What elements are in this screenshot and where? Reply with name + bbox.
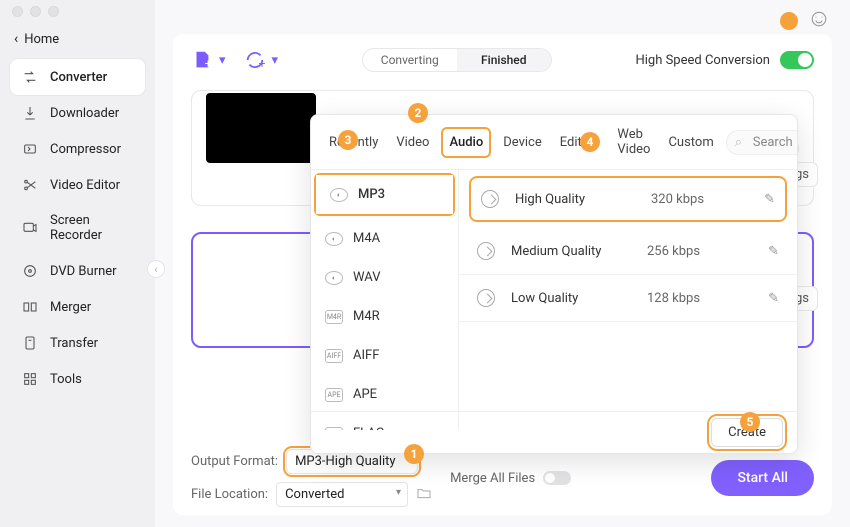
topright-icons [780,10,828,32]
format-ape[interactable]: APEAPE [311,375,458,414]
add-media-button[interactable]: + ▾ [244,49,279,71]
switch-icon[interactable] [543,471,571,485]
edit-icon[interactable]: ✎ [768,244,779,259]
caret-down-icon: ▾ [219,53,226,68]
disc-icon [477,242,495,260]
dialog-tabs: Recently Video Audio Device Editing Web … [311,115,797,170]
main: + ▾ + ▾ Converting Finished High Speed C… [155,0,850,527]
home-label: Home [24,32,59,47]
home-button[interactable]: ‹ Home [0,23,155,59]
wave-icon: ◐ [325,271,343,285]
format-wav[interactable]: ◐WAV [311,258,458,297]
record-icon [22,220,38,236]
disc-icon: ◐ [325,232,343,246]
tab-video[interactable]: Video [390,129,435,156]
sidebar-item-dvd-burner[interactable]: DVD Burner [10,253,145,289]
grid-icon [22,371,38,387]
folder-open-icon[interactable] [416,485,432,505]
quality-high[interactable]: High Quality 320 kbps ✎ [469,176,787,222]
switch-icon[interactable] [780,51,814,69]
tab-web-video[interactable]: Web Video [611,121,656,163]
seg-converting[interactable]: Converting [363,49,457,71]
quality-list: High Quality 320 kbps ✎ Medium Quality 2… [459,170,797,430]
format-m4r[interactable]: M4RM4R [311,297,458,336]
toolbar: + ▾ + ▾ Converting Finished High Speed C… [191,48,814,72]
support-icon[interactable] [810,10,828,32]
callout-3: 3 [338,130,358,150]
file-icon: M4R [325,310,343,324]
sidebar-item-transfer[interactable]: Transfer [10,325,145,361]
merge-toggle[interactable]: Merge All Files [450,471,571,486]
format-mp3[interactable]: ◐MP3 [316,175,453,214]
collapse-sidebar-button[interactable]: ‹ [147,260,165,278]
disc-icon [481,190,499,208]
format-picker-dialog: Recently Video Audio Device Editing Web … [310,114,798,454]
search-input[interactable]: ⌕ Search [726,130,798,155]
caret-down-icon: ▾ [272,53,279,68]
download-icon [22,105,38,121]
svg-text:+: + [205,56,212,70]
sidebar-item-tools[interactable]: Tools [10,361,145,397]
sidebar-item-merger[interactable]: Merger [10,289,145,325]
sidebar-item-compressor[interactable]: Compressor [10,131,145,167]
file-icon: AIFF [325,349,343,363]
bottom-bar: Output Format: MP3-High Quality File Loc… [191,449,814,507]
tab-custom[interactable]: Custom [662,129,719,156]
edit-icon[interactable]: ✎ [764,192,775,207]
compress-icon [22,141,38,157]
callout-5: 5 [740,412,760,432]
callout-2: 2 [408,103,428,123]
callout-4: 4 [580,132,600,152]
sidebar-item-screen-recorder[interactable]: Screen Recorder [10,203,145,253]
thumbnail[interactable] [206,93,316,163]
seg-finished[interactable]: Finished [457,49,551,71]
callout-1: 1 [404,444,424,464]
file-plus-icon: + [191,49,213,71]
sidebar-item-video-editor[interactable]: Video Editor [10,167,145,203]
file-icon: APE [325,388,343,402]
format-aiff[interactable]: AIFFAIFF [311,336,458,375]
scissors-icon [22,177,38,193]
disc-icon [477,289,495,307]
merge-icon [22,299,38,315]
sidebar-item-converter[interactable]: Converter [10,59,145,95]
file-location-field: File Location: Converted [191,482,432,507]
dialog-footer: Create [311,411,797,453]
format-list: ◐MP3 ◐M4A ◐WAV M4RM4R AIFFAIFF APEAPE FL… [311,170,459,430]
sidebar: ‹ Home Converter Downloader Compressor V… [0,0,155,527]
tab-audio[interactable]: Audio [441,127,491,158]
disc-icon [22,263,38,279]
converter-icon [22,69,38,85]
transfer-icon [22,335,38,351]
add-file-button[interactable]: + ▾ [191,49,226,71]
avatar[interactable] [780,12,798,30]
tab-device[interactable]: Device [497,129,548,156]
quality-low[interactable]: Low Quality 128 kbps ✎ [459,275,797,322]
file-location-dropdown[interactable]: Converted [276,482,408,507]
sidebar-item-downloader[interactable]: Downloader [10,95,145,131]
svg-text:+: + [258,56,265,70]
disc-icon: ◐ [330,188,348,202]
quality-medium[interactable]: Medium Quality 256 kbps ✎ [459,228,797,275]
sync-plus-icon: + [244,49,266,71]
status-segments: Converting Finished [362,48,552,72]
format-m4a[interactable]: ◐M4A [311,219,458,258]
start-all-button[interactable]: Start All [711,460,814,496]
chevron-left-icon: ‹ [14,31,18,47]
edit-icon[interactable]: ✎ [768,291,779,306]
high-speed-toggle[interactable]: High Speed Conversion [635,51,814,69]
search-icon: ⌕ [735,135,742,150]
sidebar-list: Converter Downloader Compressor Video Ed… [0,59,155,397]
window-traffic-lights [0,6,155,23]
